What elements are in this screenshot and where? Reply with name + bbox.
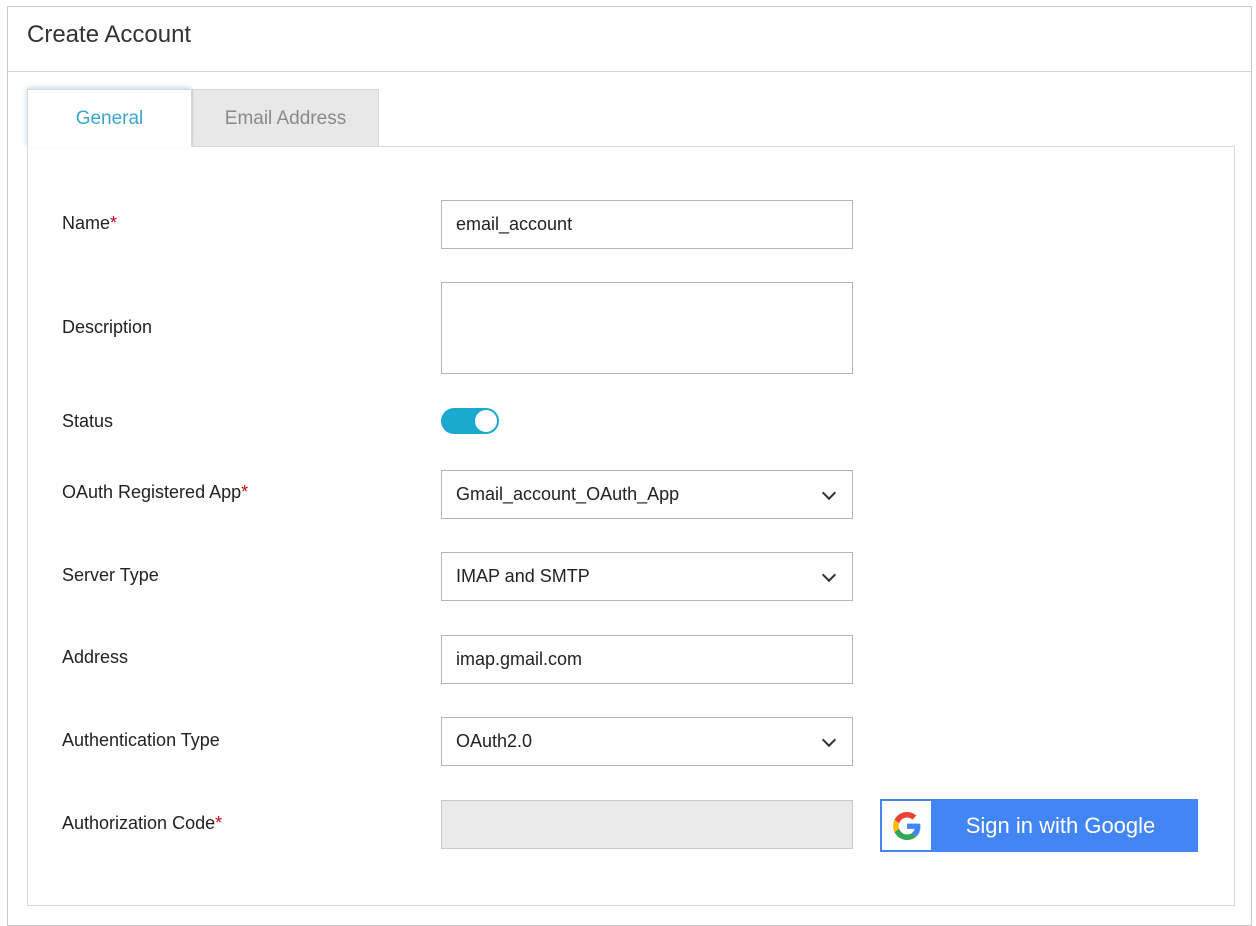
general-panel: Name* email_account Description Status O… xyxy=(27,146,1235,906)
required-mark: * xyxy=(215,813,223,833)
auth-code-input xyxy=(441,800,853,849)
address-label: Address xyxy=(62,647,129,667)
chevron-down-icon xyxy=(821,567,837,582)
toggle-knob xyxy=(475,410,497,432)
chevron-down-icon xyxy=(821,485,837,500)
tab-general[interactable]: General xyxy=(27,89,192,147)
auth-type-select-value: OAuth2.0 xyxy=(456,731,533,751)
required-mark: * xyxy=(241,482,249,502)
name-input[interactable]: email_account xyxy=(441,200,853,249)
chevron-down-icon xyxy=(821,732,837,747)
auth-type-select[interactable]: OAuth2.0 xyxy=(441,717,853,766)
status-toggle[interactable] xyxy=(441,408,499,434)
tab-email-address[interactable]: Email Address xyxy=(192,89,379,147)
name-label: Name* xyxy=(62,213,118,233)
required-mark: * xyxy=(110,213,118,233)
dialog-title: Create Account xyxy=(27,21,192,48)
description-label: Description xyxy=(62,317,153,337)
google-g-icon xyxy=(882,801,931,850)
address-input[interactable]: imap.gmail.com xyxy=(441,635,853,684)
oauth-app-label: OAuth Registered App* xyxy=(62,482,249,502)
name-input-value: email_account xyxy=(456,214,573,234)
oauth-app-select[interactable]: Gmail_account_OAuth_App xyxy=(441,470,853,519)
address-input-value: imap.gmail.com xyxy=(456,649,583,669)
dialog-header: Create Account xyxy=(8,7,1251,72)
sign-in-with-google-button[interactable]: Sign in with Google xyxy=(880,799,1198,852)
oauth-app-select-value: Gmail_account_OAuth_App xyxy=(456,484,680,504)
status-label: Status xyxy=(62,411,114,431)
description-textarea[interactable] xyxy=(441,282,853,374)
server-type-label: Server Type xyxy=(62,565,159,585)
create-account-dialog: Create Account General Email Address Nam… xyxy=(7,6,1252,926)
google-button-label: Sign in with Google xyxy=(965,812,1156,838)
server-type-select[interactable]: IMAP and SMTP xyxy=(441,552,853,601)
server-type-select-value: IMAP and SMTP xyxy=(456,566,590,586)
auth-type-label: Authentication Type xyxy=(62,730,220,750)
auth-code-label: Authorization Code* xyxy=(62,813,223,833)
